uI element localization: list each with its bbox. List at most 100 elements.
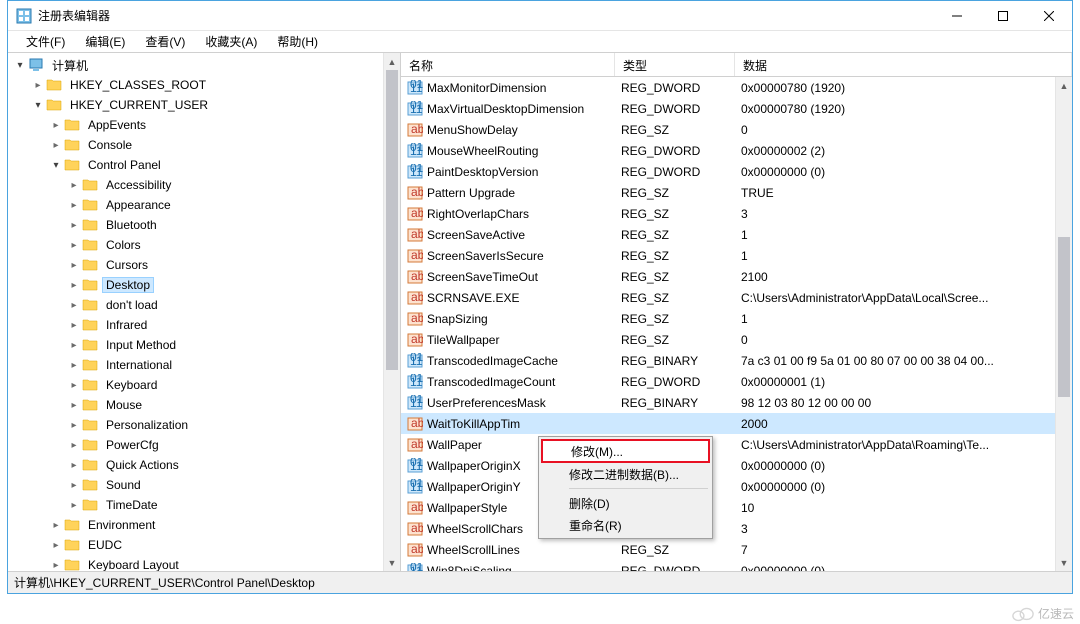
value-row[interactable]: ab ScreenSaveActive REG_SZ 1 [401,224,1072,245]
tree-item[interactable]: ▸ TimeDate [8,495,400,515]
value-row[interactable]: ab Pattern Upgrade REG_SZ TRUE [401,182,1072,203]
maximize-button[interactable] [980,1,1026,31]
scroll-up-arrow[interactable]: ▲ [384,53,400,70]
tree-item[interactable]: ▸ PowerCfg [8,435,400,455]
menu-view[interactable]: 查看(V) [137,31,193,52]
ctx-modify[interactable]: 修改(M)... [541,439,710,463]
value-row[interactable]: ab SCRNSAVE.EXE REG_SZ C:\Users\Administ… [401,287,1072,308]
value-row[interactable]: ab TileWallpaper REG_SZ 0 [401,329,1072,350]
tree-item[interactable]: ▸ Quick Actions [8,455,400,475]
menu-favorites[interactable]: 收藏夹(A) [197,31,265,52]
value-row[interactable]: 011110 TranscodedImageCount REG_DWORD 0x… [401,371,1072,392]
menu-edit[interactable]: 编辑(E) [77,31,133,52]
tree-item[interactable]: ▸ Keyboard Layout [8,555,400,571]
value-row[interactable]: ab RightOverlapChars REG_SZ 3 [401,203,1072,224]
scroll-down-arrow[interactable]: ▼ [1056,554,1072,571]
scroll-thumb[interactable] [386,70,398,370]
tree-expand-icon[interactable]: ▸ [66,477,82,493]
tree-item[interactable]: ▸ Console [8,135,400,155]
tree-item[interactable]: ▾ 计算机 [8,55,400,75]
tree-expand-icon[interactable]: ▸ [66,277,82,293]
scroll-down-arrow[interactable]: ▼ [384,554,400,571]
tree-item[interactable]: ▸ Cursors [8,255,400,275]
tree-item[interactable]: ▾ Control Panel [8,155,400,175]
close-button[interactable] [1026,1,1072,31]
tree-expand-icon[interactable]: ▸ [66,357,82,373]
value-row[interactable]: ab ScreenSaverIsSecure REG_SZ 1 [401,245,1072,266]
tree-expand-icon[interactable]: ▸ [48,537,64,553]
menu-help[interactable]: 帮助(H) [269,31,326,52]
tree-item[interactable]: ▸ don't load [8,295,400,315]
value-row[interactable]: 011110 WallpaperOriginX 0x00000000 (0) [401,455,1072,476]
col-header-name[interactable]: 名称 [401,53,615,76]
value-row[interactable]: ab WallpaperStyle 10 [401,497,1072,518]
tree-item[interactable]: ▸ Personalization [8,415,400,435]
tree-expand-icon[interactable]: ▸ [66,417,82,433]
tree-expand-icon[interactable]: ▸ [48,517,64,533]
list-body[interactable]: 011110 MaxMonitorDimension REG_DWORD 0x0… [401,77,1072,571]
tree-expand-icon[interactable]: ▸ [48,137,64,153]
tree-collapse-icon[interactable]: ▾ [12,57,28,73]
tree-item[interactable]: ▾ HKEY_CURRENT_USER [8,95,400,115]
tree-expand-icon[interactable]: ▸ [66,377,82,393]
tree-item[interactable]: ▸ AppEvents [8,115,400,135]
value-row[interactable]: 011110 MouseWheelRouting REG_DWORD 0x000… [401,140,1072,161]
tree-expand-icon[interactable]: ▸ [66,177,82,193]
value-row[interactable]: 011110 TranscodedImageCache REG_BINARY 7… [401,350,1072,371]
value-row[interactable]: ab MenuShowDelay REG_SZ 0 [401,119,1072,140]
scroll-up-arrow[interactable]: ▲ [1056,77,1072,94]
value-row[interactable]: 011110 UserPreferencesMask REG_BINARY 98… [401,392,1072,413]
value-row[interactable]: ab WheelScrollLines REG_SZ 7 [401,539,1072,560]
minimize-button[interactable] [934,1,980,31]
tree-expand-icon[interactable]: ▸ [66,257,82,273]
value-row[interactable]: ab WaitToKillAppTim 2000 [401,413,1072,434]
tree-item[interactable]: ▸ EUDC [8,535,400,555]
tree-expand-icon[interactable]: ▸ [66,237,82,253]
tree-item[interactable]: ▸ Bluetooth [8,215,400,235]
tree-item[interactable]: ▸ Accessibility [8,175,400,195]
tree-item[interactable]: ▸ HKEY_CLASSES_ROOT [8,75,400,95]
value-row[interactable]: ab SnapSizing REG_SZ 1 [401,308,1072,329]
tree-item[interactable]: ▸ International [8,355,400,375]
tree-scrollbar[interactable]: ▲▼ [383,53,400,571]
tree-expand-icon[interactable]: ▸ [66,297,82,313]
tree-expand-icon[interactable]: ▸ [48,557,64,571]
tree-expand-icon[interactable]: ▸ [30,77,46,93]
tree-pane[interactable]: ▾ 计算机 ▸ HKEY_CLASSES_ROOT ▾ HKEY_CURRENT… [8,53,401,571]
value-row[interactable]: 011110 Win8DpiScaling REG_DWORD 0x000000… [401,560,1072,571]
tree-item[interactable]: ▸ Colors [8,235,400,255]
tree-expand-icon[interactable]: ▸ [66,497,82,513]
value-row[interactable]: 011110 WallpaperOriginY 0x00000000 (0) [401,476,1072,497]
scroll-thumb[interactable] [1058,237,1070,397]
tree-item[interactable]: ▸ Infrared [8,315,400,335]
tree-collapse-icon[interactable]: ▾ [30,97,46,113]
ctx-rename[interactable]: 重命名(R) [541,514,710,536]
tree-expand-icon[interactable]: ▸ [66,437,82,453]
value-row[interactable]: ab WheelScrollChars REG_SZ 3 [401,518,1072,539]
tree-item[interactable]: ▸ Environment [8,515,400,535]
tree-expand-icon[interactable]: ▸ [66,457,82,473]
tree-expand-icon[interactable]: ▸ [66,397,82,413]
value-row[interactable]: ab WallPaper C:\Users\Administrator\AppD… [401,434,1072,455]
tree-expand-icon[interactable]: ▸ [66,337,82,353]
value-row[interactable]: 011110 MaxMonitorDimension REG_DWORD 0x0… [401,77,1072,98]
ctx-modify-binary[interactable]: 修改二进制数据(B)... [541,463,710,485]
tree-expand-icon[interactable]: ▸ [66,217,82,233]
tree-item[interactable]: ▸ Input Method [8,335,400,355]
tree-collapse-icon[interactable]: ▾ [48,157,64,173]
list-scrollbar[interactable]: ▲ ▼ [1055,77,1072,571]
ctx-delete[interactable]: 删除(D) [541,492,710,514]
menu-file[interactable]: 文件(F) [18,31,73,52]
tree-item[interactable]: ▸ Keyboard [8,375,400,395]
tree-item[interactable]: ▸ Sound [8,475,400,495]
value-row[interactable]: 011110 MaxVirtualDesktopDimension REG_DW… [401,98,1072,119]
tree-item[interactable]: ▸ Desktop [8,275,400,295]
value-row[interactable]: 011110 PaintDesktopVersion REG_DWORD 0x0… [401,161,1072,182]
value-row[interactable]: ab ScreenSaveTimeOut REG_SZ 2100 [401,266,1072,287]
tree-expand-icon[interactable]: ▸ [48,117,64,133]
tree-expand-icon[interactable]: ▸ [66,317,82,333]
col-header-type[interactable]: 类型 [615,53,735,76]
tree-item[interactable]: ▸ Appearance [8,195,400,215]
col-header-data[interactable]: 数据 [735,53,1072,76]
tree-item[interactable]: ▸ Mouse [8,395,400,415]
